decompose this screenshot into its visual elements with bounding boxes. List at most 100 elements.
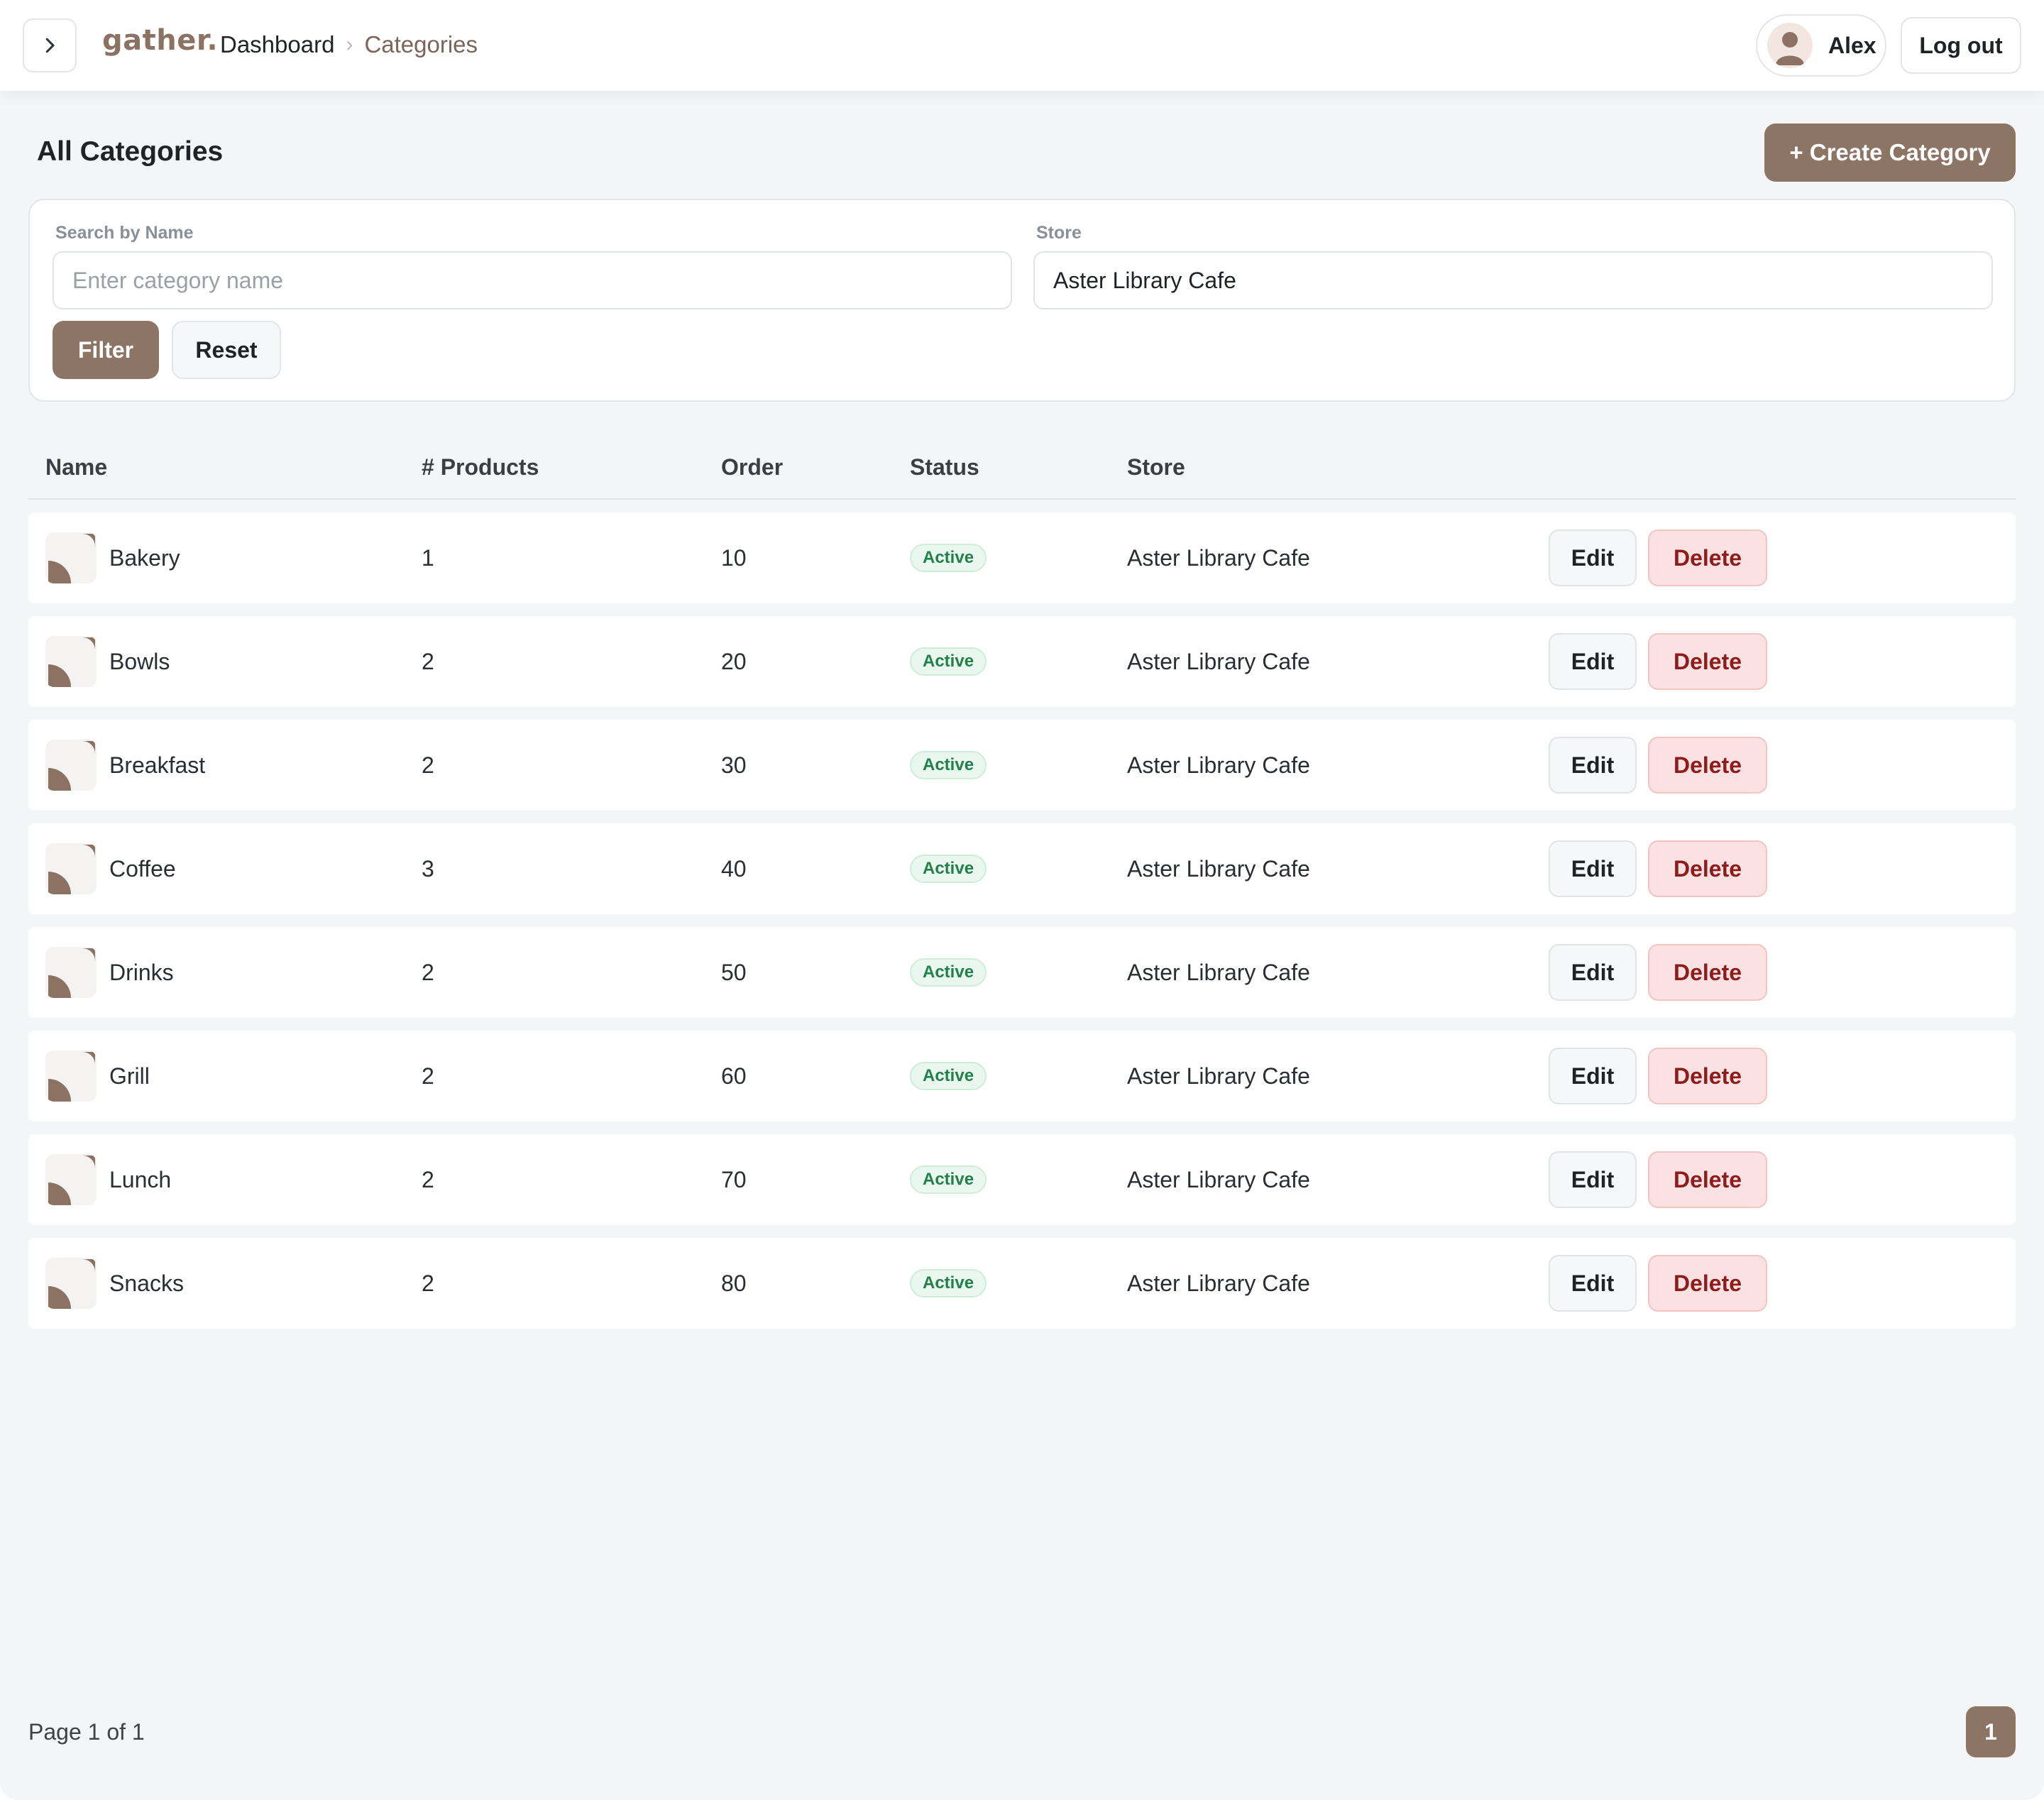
page-title: All Categories [37, 136, 224, 167]
breadcrumb: Dashboard › Categories [220, 31, 478, 58]
store-select[interactable]: Aster Library Cafe [1033, 251, 1993, 309]
store-label: Store [1036, 223, 1082, 243]
order-value: 80 [721, 1270, 747, 1296]
status-badge: Active [910, 958, 987, 987]
category-name: Drinks [109, 959, 174, 985]
store-name: Aster Library Cafe [1127, 752, 1310, 778]
category-name: Grill [109, 1063, 150, 1089]
order-value: 60 [721, 1063, 747, 1089]
status-badge: Active [910, 1165, 987, 1194]
create-category-button[interactable]: + Create Category [1764, 124, 2016, 182]
table-header: Name # Products Order Status Store [28, 440, 2016, 500]
store-select-value: Aster Library Cafe [1053, 267, 1236, 293]
user-name: Alex [1828, 32, 1877, 58]
breadcrumb-dashboard-link[interactable]: Dashboard [220, 31, 334, 58]
chevron-right-icon [45, 38, 55, 53]
edit-button[interactable]: Edit [1549, 1255, 1637, 1312]
store-name: Aster Library Cafe [1127, 1166, 1310, 1192]
user-menu[interactable]: Alex [1756, 14, 1886, 77]
column-header-store: Store [1127, 454, 1185, 480]
reset-button[interactable]: Reset [172, 321, 281, 379]
store-name: Aster Library Cafe [1127, 544, 1310, 571]
product-count: 2 [422, 1063, 434, 1089]
column-header-status: Status [910, 454, 979, 480]
category-image-icon [45, 636, 97, 687]
delete-button[interactable]: Delete [1648, 737, 1767, 794]
category-name: Coffee [109, 855, 176, 882]
product-count: 2 [422, 752, 434, 778]
top-bar: gather. Dashboard › Categories Alex Log … [0, 0, 2044, 91]
sidebar-toggle-button[interactable] [23, 18, 77, 72]
category-image-icon [45, 843, 97, 894]
category-name: Bowls [109, 648, 170, 674]
column-header-order: Order [721, 454, 784, 480]
status-badge: Active [910, 1269, 987, 1297]
edit-button[interactable]: Edit [1549, 1048, 1637, 1104]
delete-button[interactable]: Delete [1648, 944, 1767, 1001]
category-image-icon [45, 532, 97, 583]
category-image-icon [45, 1258, 97, 1309]
delete-button[interactable]: Delete [1648, 1151, 1767, 1208]
delete-button[interactable]: Delete [1648, 1048, 1767, 1104]
product-count: 1 [422, 544, 434, 571]
pagination-info: Page 1 of 1 [28, 1719, 145, 1745]
category-name: Lunch [109, 1166, 172, 1192]
product-count: 2 [422, 959, 434, 985]
product-count: 2 [422, 1270, 434, 1296]
edit-button[interactable]: Edit [1549, 1151, 1637, 1208]
search-label: Search by Name [55, 223, 194, 243]
breadcrumb-separator: › [346, 33, 353, 56]
column-header-name: Name [45, 454, 108, 480]
search-input[interactable] [53, 251, 1012, 309]
order-value: 30 [721, 752, 747, 778]
brand-logo[interactable]: gather. [102, 24, 218, 57]
edit-button[interactable]: Edit [1549, 737, 1637, 794]
status-badge: Active [910, 751, 987, 779]
product-count: 3 [422, 855, 434, 882]
store-name: Aster Library Cafe [1127, 855, 1310, 882]
breadcrumb-current: Categories [364, 31, 478, 57]
filter-button[interactable]: Filter [53, 321, 159, 379]
category-name: Snacks [109, 1270, 184, 1296]
logout-button[interactable]: Log out [1901, 17, 2021, 74]
edit-button[interactable]: Edit [1549, 944, 1637, 1001]
category-image-icon [45, 740, 97, 791]
table-row: Drinks 2 50 Active Aster Library Cafe Ed… [28, 927, 2016, 1018]
order-value: 20 [721, 648, 747, 674]
filter-panel: Search by Name Store Aster Library Cafe … [28, 199, 2016, 402]
order-value: 40 [721, 855, 747, 882]
product-count: 2 [422, 1166, 434, 1192]
table-row: Breakfast 2 30 Active Aster Library Cafe… [28, 720, 2016, 811]
table-row: Bakery 1 10 Active Aster Library Cafe Ed… [28, 512, 2016, 603]
category-image-icon [45, 947, 97, 998]
delete-button[interactable]: Delete [1648, 1255, 1767, 1312]
table-row: Lunch 2 70 Active Aster Library Cafe Edi… [28, 1134, 2016, 1225]
store-name: Aster Library Cafe [1127, 959, 1310, 985]
delete-button[interactable]: Delete [1648, 840, 1767, 897]
table-row: Snacks 2 80 Active Aster Library Cafe Ed… [28, 1238, 2016, 1329]
delete-button[interactable]: Delete [1648, 633, 1767, 690]
order-value: 70 [721, 1166, 747, 1192]
edit-button[interactable]: Edit [1549, 840, 1637, 897]
delete-button[interactable]: Delete [1648, 529, 1767, 586]
category-image-icon [45, 1154, 97, 1205]
store-name: Aster Library Cafe [1127, 1270, 1310, 1296]
category-image-icon [45, 1050, 97, 1102]
column-header-products: # Products [422, 454, 539, 480]
product-count: 2 [422, 648, 434, 674]
order-value: 50 [721, 959, 747, 985]
edit-button[interactable]: Edit [1549, 633, 1637, 690]
page-1-button[interactable]: 1 [1966, 1706, 2016, 1757]
edit-button[interactable]: Edit [1549, 529, 1637, 586]
status-badge: Active [910, 647, 987, 676]
store-name: Aster Library Cafe [1127, 648, 1310, 674]
app-window: gather. Dashboard › Categories Alex Log … [0, 0, 2044, 1800]
category-name: Breakfast [109, 752, 206, 778]
avatar [1767, 23, 1813, 68]
store-name: Aster Library Cafe [1127, 1063, 1310, 1089]
status-badge: Active [910, 1062, 987, 1090]
table-row: Coffee 3 40 Active Aster Library Cafe Ed… [28, 823, 2016, 914]
user-avatar-icon [1776, 32, 1804, 65]
status-badge: Active [910, 855, 987, 883]
table-row: Bowls 2 20 Active Aster Library Cafe Edi… [28, 616, 2016, 707]
